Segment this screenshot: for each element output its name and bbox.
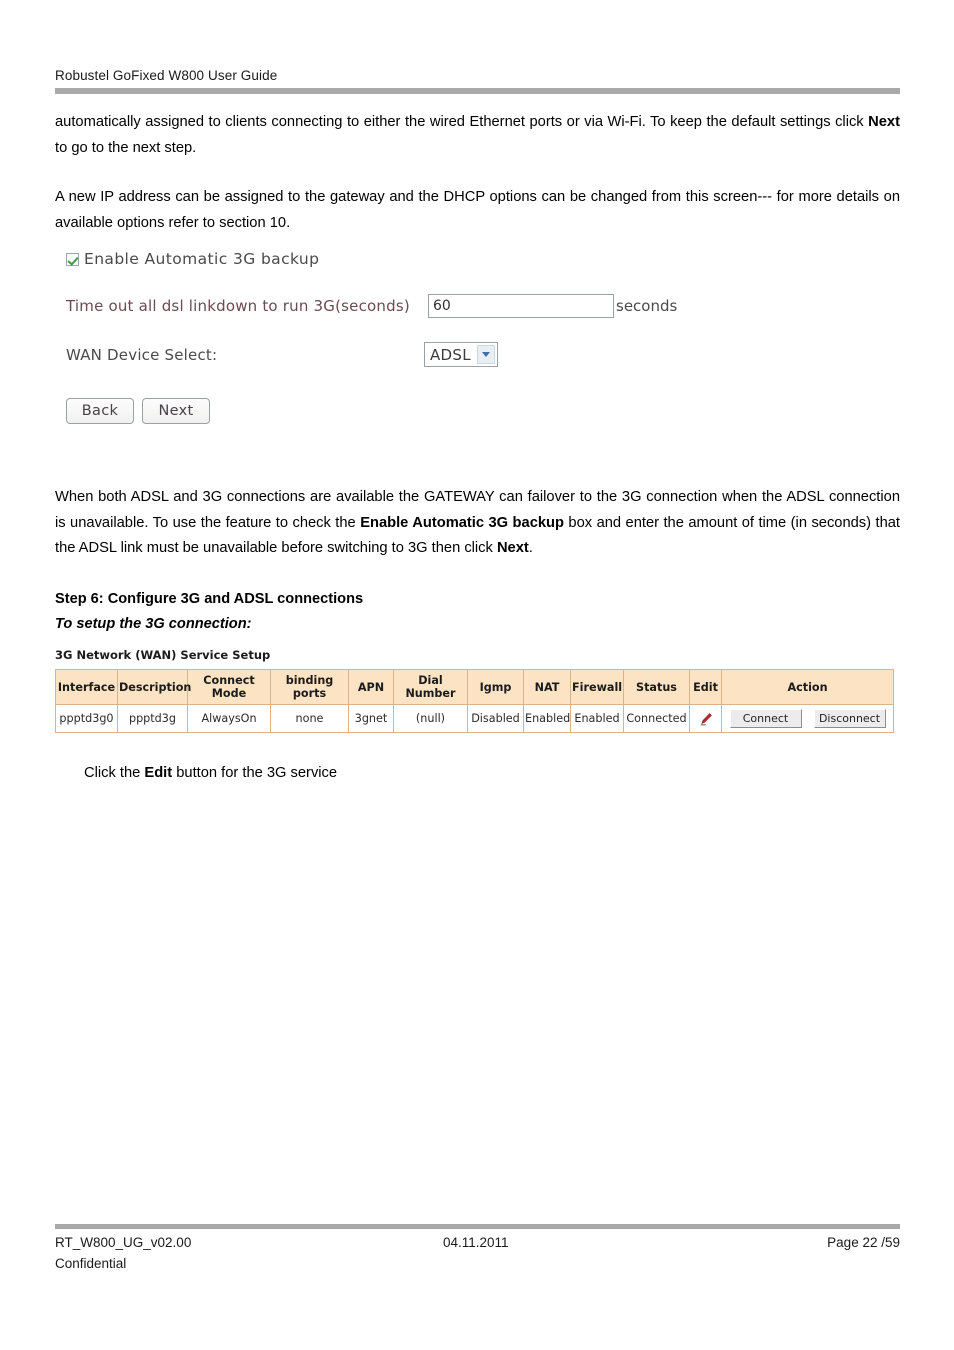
paragraph-ip-address: A new IP address can be assigned to the … [55, 189, 900, 231]
paragraph-failover-bold-enable: Enable Automatic 3G backup [360, 514, 564, 531]
step6-heading: Step 6: Configure 3G and ADSL connection… [55, 591, 364, 607]
cell-action: Connect Disconnect [721, 704, 894, 733]
paragraph-intro-text-b: to go to the next step. [55, 139, 197, 156]
router-backup-form: Enable Automatic 3G backup Time out all … [60, 246, 760, 436]
table-header-row: Interface Description Connect Mode bindi… [55, 669, 894, 705]
cell-interface: ppptd3g0 [55, 704, 118, 733]
wan-service-table: Interface Description Connect Mode bindi… [55, 669, 894, 733]
disconnect-button[interactable]: Disconnect [813, 709, 886, 728]
form-button-group: Back Next [66, 398, 210, 424]
paragraph-intro: automatically assigned to clients connec… [55, 110, 900, 161]
paragraph-intro-bold-next: Next [868, 114, 900, 130]
column-header-description: Description [117, 669, 191, 705]
cell-dial-number: (null) [393, 704, 468, 733]
cell-binding-ports: none [270, 704, 349, 733]
footer-confidential: Confidential [55, 1256, 127, 1271]
paragraph-failover: When both ADSL and 3G connections are av… [55, 485, 900, 562]
back-button[interactable]: Back [66, 398, 134, 424]
paragraph-failover-bold-next: Next [496, 540, 529, 556]
wan-device-row: WAN Device Select: ADSL [66, 342, 498, 367]
enable-3g-backup-checkbox[interactable] [66, 252, 79, 266]
cell-firewall: Enabled [570, 704, 624, 733]
wan-service-table-title: 3G Network (WAN) Service Setup [55, 648, 271, 662]
wan-device-select[interactable]: ADSL [424, 342, 498, 367]
enable-3g-backup-row[interactable]: Enable Automatic 3G backup [66, 250, 319, 268]
column-header-action: Action [721, 669, 894, 705]
footer-divider [55, 1224, 900, 1229]
column-header-edit: Edit [689, 669, 722, 705]
column-header-connect-mode: Connect Mode [187, 669, 271, 705]
column-header-status: Status [623, 669, 690, 705]
click-edit-text-a: Click the [84, 765, 145, 781]
column-header-binding-ports: binding ports [270, 669, 349, 705]
column-header-firewall: Firewall [570, 669, 624, 705]
document-footer: RT_W800_UG_v02.00 04.11.2011 Page 22 /59… [55, 1232, 900, 1271]
timeout-label: Time out all dsl linkdown to run 3G(seco… [66, 297, 410, 315]
cell-connect-mode: AlwaysOn [187, 704, 271, 733]
cell-igmp: Disabled [467, 704, 524, 733]
header-title: Robustel GoFixed W800 User Guide [55, 68, 278, 83]
document-header: Robustel GoFixed W800 User Guide [55, 68, 900, 83]
chevron-down-icon[interactable] [477, 345, 495, 364]
click-edit-instruction: Click the Edit button for the 3G service [84, 761, 337, 785]
click-edit-text-b: button for the 3G service [172, 765, 338, 781]
click-edit-bold: Edit [144, 765, 173, 781]
paragraph-intro-text-a: automatically assigned to clients connec… [55, 114, 869, 130]
column-header-interface: Interface [55, 669, 118, 705]
column-header-igmp: Igmp [467, 669, 524, 705]
pencil-edit-icon[interactable] [699, 712, 713, 726]
column-header-nat: NAT [523, 669, 571, 705]
table-row: ppptd3g0 ppptd3g AlwaysOn none 3gnet (nu… [55, 704, 894, 733]
next-button[interactable]: Next [142, 398, 210, 424]
cell-apn: 3gnet [348, 704, 394, 733]
document-page: Robustel GoFixed W800 User Guide automat… [0, 0, 954, 1350]
footer-row: RT_W800_UG_v02.00 04.11.2011 Page 22 /59… [55, 1232, 900, 1271]
footer-page-number: Page 22 /59 [827, 1235, 900, 1250]
wan-service-table-section: 3G Network (WAN) Service Setup Interface [55, 648, 895, 733]
paragraph-failover-text-c: . [528, 540, 533, 556]
step6-subheading: To setup the 3G connection: [55, 616, 252, 632]
cell-status: Connected [623, 704, 690, 733]
header-divider [55, 88, 900, 94]
footer-doc-id: RT_W800_UG_v02.00 [55, 1235, 192, 1250]
cell-description: ppptd3g [117, 704, 188, 733]
timeout-input[interactable] [428, 294, 614, 318]
connect-button[interactable]: Connect [729, 709, 802, 728]
timeout-unit-label: seconds [616, 297, 678, 315]
timeout-row: Time out all dsl linkdown to run 3G(seco… [66, 294, 677, 318]
wan-device-selected-value: ADSL [430, 345, 471, 364]
footer-date: 04.11.2011 [443, 1235, 509, 1250]
enable-3g-backup-label: Enable Automatic 3G backup [84, 250, 320, 268]
cell-nat: Enabled [523, 704, 571, 733]
column-header-apn: APN [348, 669, 394, 705]
cell-edit[interactable] [689, 704, 722, 733]
column-header-dial-number: Dial Number [393, 669, 468, 705]
wan-device-label: WAN Device Select: [66, 345, 218, 364]
